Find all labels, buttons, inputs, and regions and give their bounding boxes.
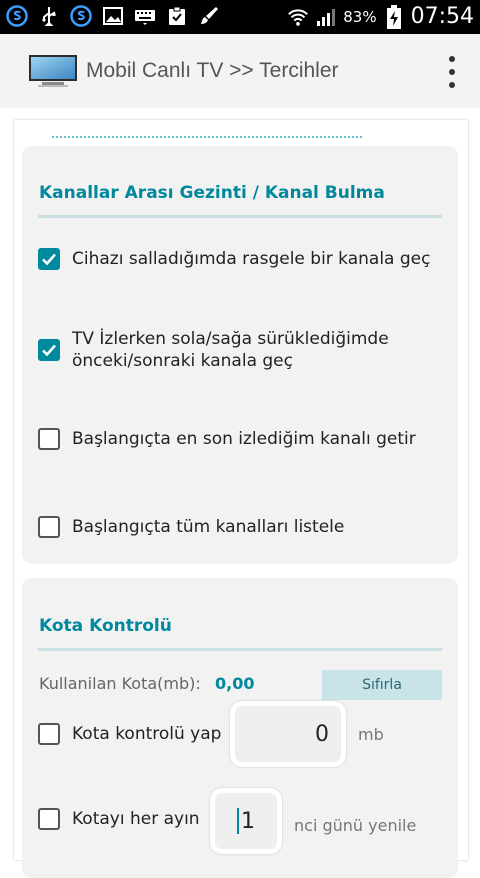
system-status: 83% 07:54: [287, 4, 474, 29]
pref-swipe-channel[interactable]: TV İzlerken sola/sağa sürüklediğimde önc…: [38, 328, 448, 372]
keyboard-icon: [134, 5, 156, 27]
overflow-menu-icon[interactable]: [446, 56, 458, 88]
pref-monthly-reset[interactable]: Kotayı her ayın: [38, 808, 238, 830]
clock: 07:54: [410, 4, 474, 29]
status-bar: 83% 07:54: [0, 0, 480, 34]
pref-label: Kota kontrolü yap: [72, 724, 222, 744]
battery-percent: 83%: [343, 7, 377, 26]
text-cursor: [237, 808, 239, 834]
pref-shake-random[interactable]: Cihazı salladığımda rasgele bir kanala g…: [38, 248, 448, 270]
pref-last-channel[interactable]: Başlangıçta en son izlediğim kanalı geti…: [38, 428, 448, 450]
sync-icon: [6, 5, 28, 27]
reset-button[interactable]: Sıfırla: [322, 670, 442, 700]
navigation-section: Kanallar Arası Gezinti / Kanal Bulma Cih…: [22, 146, 458, 564]
reset-day-suffix: nci günü yenile: [294, 816, 417, 835]
pref-label: TV İzlerken sola/sağa sürüklediğimde önc…: [72, 328, 389, 372]
action-bar: Mobil Canlı TV >> Tercihler: [0, 34, 480, 109]
checkbox-unchecked[interactable]: [38, 808, 60, 830]
pref-label-line-1: TV İzlerken sola/sağa sürüklediğimde: [72, 329, 389, 349]
usb-icon: [38, 5, 60, 27]
pref-label-line-2: önceki/sonraki kanala geç: [72, 351, 293, 371]
pref-quota-control[interactable]: Kota kontrolü yap: [38, 723, 238, 745]
checkbox-checked[interactable]: [38, 339, 60, 361]
reset-day-value: 1: [241, 808, 255, 834]
clipped-previous-section: [52, 130, 362, 138]
pref-list-all[interactable]: Başlangıçta tüm kanalları listele: [38, 516, 448, 538]
preferences-content[interactable]: Kanallar Arası Gezinti / Kanal Bulma Cih…: [0, 108, 480, 878]
navigation-section-title: Kanallar Arası Gezinti / Kanal Bulma: [39, 183, 385, 203]
checkbox-unchecked[interactable]: [38, 516, 60, 538]
tv-icon[interactable]: [28, 54, 78, 93]
checkbox-unchecked[interactable]: [38, 428, 60, 450]
quota-limit-input[interactable]: 0: [230, 701, 346, 767]
reset-day-input[interactable]: 1: [210, 788, 282, 854]
pref-label: Başlangıçta tüm kanalları listele: [72, 517, 345, 537]
notification-icons: [6, 5, 220, 27]
clipboard-icon: [166, 5, 188, 27]
quota-section: Kota Kontrolü Kullanilan Kota(mb): 0,00 …: [22, 578, 458, 878]
pref-label: Kotayı her ayın: [72, 809, 200, 829]
quota-section-title: Kota Kontrolü: [39, 616, 172, 636]
pref-label: Cihazı salladığımda rasgele bir kanala g…: [72, 249, 431, 269]
used-quota-label: Kullanilan Kota(mb):: [39, 674, 201, 693]
pref-label: Başlangıçta en son izlediğim kanalı geti…: [72, 429, 416, 449]
checkbox-unchecked[interactable]: [38, 723, 60, 745]
used-quota-value: 0,00: [215, 674, 255, 693]
signal-icon: [315, 6, 337, 28]
section-divider: [38, 648, 442, 651]
checkbox-checked[interactable]: [38, 248, 60, 270]
quota-unit: mb: [358, 725, 384, 744]
page-title: Mobil Canlı TV >> Tercihler: [86, 59, 339, 82]
sync-icon-2: [70, 5, 92, 27]
wifi-icon: [287, 6, 309, 28]
brush-icon: [198, 5, 220, 27]
section-divider: [38, 215, 442, 218]
image-icon: [102, 5, 124, 27]
battery-charging-icon: [383, 4, 405, 29]
